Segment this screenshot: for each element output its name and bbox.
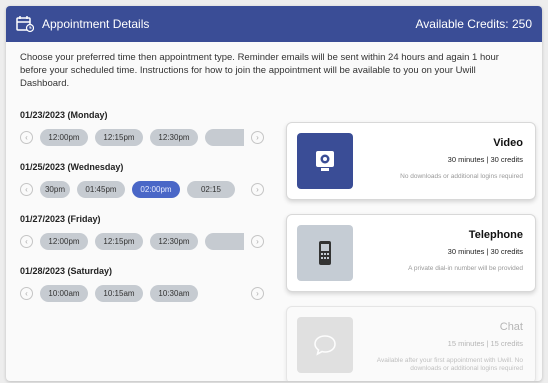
card-note: Available after your first appointment w… — [376, 357, 523, 372]
appointment-type-telephone[interactable]: Telephone 30 minutes | 30 credits A priv… — [286, 214, 536, 292]
appointment-type-chat: Chat 15 minutes | 15 credits Available a… — [286, 306, 536, 381]
card-duration-credits: 30 minutes | 30 credits — [447, 247, 523, 256]
card-duration-credits: 30 minutes | 30 credits — [447, 155, 523, 164]
next-arrow-icon[interactable]: › — [251, 182, 264, 196]
prev-arrow-icon[interactable]: ‹ — [20, 130, 33, 144]
time-slot[interactable]: 12:30pm — [150, 232, 198, 250]
slot-track: 12:00pm 12:15pm 12:30pm — [40, 128, 244, 146]
next-arrow-icon[interactable]: › — [251, 234, 264, 248]
chat-bubble-icon — [314, 335, 336, 356]
card-note: No downloads or additional logins requir… — [400, 173, 523, 180]
time-slot[interactable]: 02:15 — [187, 180, 235, 198]
slot-row: ‹ 12:00pm 12:15pm 12:30pm › — [20, 127, 276, 147]
time-slot[interactable] — [205, 128, 244, 146]
card-icon-box — [297, 317, 353, 373]
calendar-icon — [16, 16, 34, 33]
appointment-type-list: Video 30 minutes | 30 credits No downloa… — [286, 122, 536, 381]
time-slot[interactable]: 10:00am — [40, 284, 88, 302]
day-group: 01/23/2023 (Monday) ‹ 12:00pm 12:15pm 12… — [20, 110, 276, 147]
appointment-details-panel: Appointment Details Available Credits: 2… — [6, 6, 542, 381]
time-slot[interactable]: 12:15pm — [95, 232, 143, 250]
time-selection: 01/23/2023 (Monday) ‹ 12:00pm 12:15pm 12… — [20, 110, 276, 318]
phone-icon — [319, 241, 331, 265]
slot-row: ‹ 30pm 01:45pm 02:00pm 02:15 › — [20, 179, 276, 199]
card-note: A private dial-in number will be provide… — [408, 265, 523, 272]
slot-row: ‹ 12:00pm 12:15pm 12:30pm › — [20, 231, 276, 251]
appointment-type-video[interactable]: Video 30 minutes | 30 credits No downloa… — [286, 122, 536, 200]
card-icon-box — [297, 133, 353, 189]
day-group: 01/28/2023 (Saturday) ‹ 10:00am 10:15am … — [20, 266, 276, 303]
time-slot[interactable]: 12:30pm — [150, 128, 198, 146]
day-label: 01/27/2023 (Friday) — [20, 214, 101, 224]
next-arrow-icon[interactable]: › — [251, 286, 264, 300]
card-title: Chat — [499, 321, 523, 333]
day-label: 01/25/2023 (Wednesday) — [20, 162, 124, 172]
card-duration-credits: 15 minutes | 15 credits — [447, 339, 523, 348]
time-slot[interactable] — [205, 232, 244, 250]
slot-track: 12:00pm 12:15pm 12:30pm — [40, 232, 244, 250]
time-slot[interactable]: 30pm — [40, 180, 70, 198]
prev-arrow-icon[interactable]: ‹ — [20, 234, 33, 248]
instructions-text: Choose your preferred time then appointm… — [20, 52, 499, 89]
slot-row: ‹ 10:00am 10:15am 10:30am › — [20, 283, 276, 303]
card-icon-box — [297, 225, 353, 281]
panel-header: Appointment Details Available Credits: 2… — [6, 6, 542, 42]
time-slot[interactable]: 10:30am — [150, 284, 198, 302]
next-arrow-icon[interactable]: › — [251, 130, 264, 144]
time-slot[interactable]: 12:00pm — [40, 232, 88, 250]
time-slot[interactable]: 12:00pm — [40, 128, 88, 146]
slot-track: 10:00am 10:15am 10:30am — [40, 284, 244, 302]
time-slot[interactable]: 12:15pm — [95, 128, 143, 146]
time-slot[interactable]: 10:15am — [95, 284, 143, 302]
prev-arrow-icon[interactable]: ‹ — [20, 182, 33, 196]
available-credits: Available Credits: 250 — [415, 17, 532, 31]
card-title: Video — [493, 137, 523, 149]
day-label: 01/23/2023 (Monday) — [20, 110, 108, 120]
day-group: 01/27/2023 (Friday) ‹ 12:00pm 12:15pm 12… — [20, 214, 276, 251]
video-camera-icon — [316, 151, 334, 171]
card-title: Telephone — [468, 229, 523, 241]
time-slot[interactable]: 01:45pm — [77, 180, 125, 198]
slot-track: 30pm 01:45pm 02:00pm 02:15 — [40, 180, 244, 198]
prev-arrow-icon[interactable]: ‹ — [20, 286, 33, 300]
panel-title: Appointment Details — [42, 17, 150, 31]
day-group: 01/25/2023 (Wednesday) ‹ 30pm 01:45pm 02… — [20, 162, 276, 199]
day-label: 01/28/2023 (Saturday) — [20, 266, 113, 276]
time-slot-selected[interactable]: 02:00pm — [132, 180, 180, 198]
